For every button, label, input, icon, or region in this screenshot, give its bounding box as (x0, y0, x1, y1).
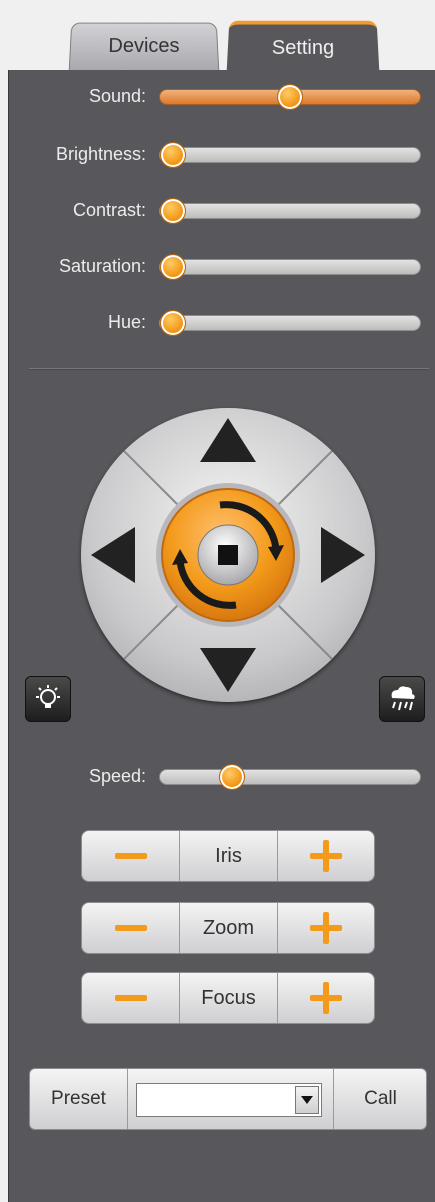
preset-bar: Preset Call (29, 1068, 427, 1130)
brightness-row: Brightness: (9, 140, 435, 170)
hue-label: Hue: (107, 312, 146, 332)
minus-icon (114, 925, 147, 931)
settings-panel: Sound: Brightness: Contrast: Saturation:… (8, 70, 435, 1202)
iris-minus-button[interactable] (82, 831, 180, 881)
tab-setting-label: Setting (271, 36, 335, 59)
iris-label: Iris (180, 831, 278, 881)
hue-slider[interactable] (159, 310, 421, 336)
sound-row: Sound: (9, 82, 435, 112)
contrast-row: Contrast: (9, 196, 435, 226)
rain-wiper-icon[interactable] (379, 676, 425, 722)
speed-label: Speed: (88, 766, 146, 786)
focus-label: Focus (180, 973, 278, 1023)
speed-slider-thumb[interactable] (218, 764, 245, 790)
hue-row: Hue: (9, 308, 435, 338)
zoom-plus-button[interactable] (278, 903, 374, 953)
saturation-slider-thumb[interactable] (160, 254, 186, 280)
ptz-control-pad (81, 408, 375, 702)
speed-row: Speed: (9, 762, 435, 792)
tab-devices[interactable]: Devices (68, 22, 220, 71)
minus-icon (114, 995, 147, 1001)
hue-slider-thumb[interactable] (160, 310, 186, 336)
brightness-slider[interactable] (159, 142, 421, 168)
saturation-row: Saturation: (9, 252, 435, 282)
preset-select[interactable] (136, 1083, 322, 1117)
zoom-control: Zoom (81, 902, 375, 954)
sound-slider-thumb[interactable] (277, 84, 303, 110)
plus-icon (310, 912, 342, 944)
section-divider (29, 368, 429, 370)
preset-label: Preset (30, 1069, 128, 1129)
light-bulb-icon[interactable] (25, 676, 71, 722)
plus-icon (310, 982, 342, 1014)
saturation-label: Saturation: (58, 256, 146, 276)
minus-icon (114, 853, 147, 859)
focus-minus-button[interactable] (82, 973, 180, 1023)
contrast-label: Contrast: (72, 200, 146, 220)
iris-plus-button[interactable] (278, 831, 374, 881)
speed-slider[interactable] (159, 764, 421, 790)
focus-plus-button[interactable] (278, 973, 374, 1023)
saturation-slider[interactable] (159, 254, 421, 280)
contrast-slider[interactable] (159, 198, 421, 224)
contrast-slider-thumb[interactable] (160, 198, 186, 224)
plus-icon (310, 840, 342, 872)
brightness-slider-thumb[interactable] (160, 142, 186, 168)
tab-devices-label: Devices (108, 35, 180, 57)
call-button[interactable]: Call (333, 1069, 427, 1129)
zoom-minus-button[interactable] (82, 903, 180, 953)
dropdown-arrow-icon[interactable] (295, 1086, 319, 1114)
sound-label: Sound: (88, 86, 146, 106)
zoom-label: Zoom (180, 903, 278, 953)
iris-control: Iris (81, 830, 375, 882)
sound-slider[interactable] (159, 84, 421, 110)
focus-control: Focus (81, 972, 375, 1024)
brightness-label: Brightness: (55, 144, 146, 164)
tab-setting[interactable]: Setting (226, 20, 380, 73)
